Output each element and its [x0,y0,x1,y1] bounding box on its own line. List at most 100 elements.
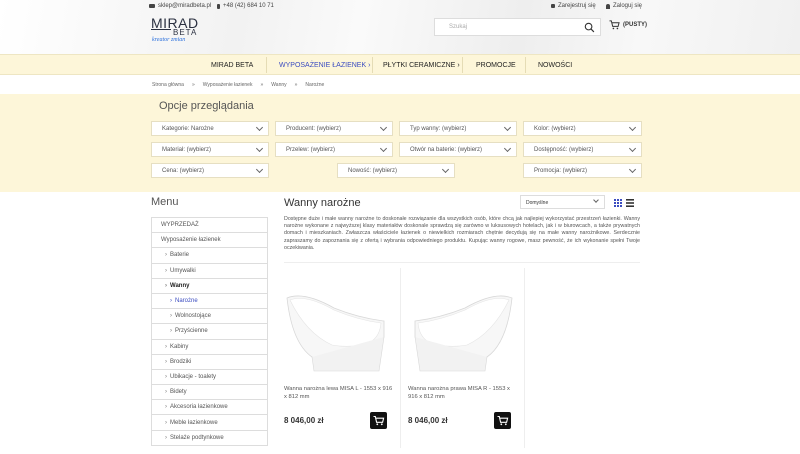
filter-title: Opcje przeglądania [159,100,254,112]
filter-otwor[interactable]: Otwór na baterie: (wybierz) [399,142,517,157]
filter-value: Kategorie: Narożne [162,126,214,132]
breadcrumb-wanny[interactable]: Wanny [271,82,286,88]
chevron-right-icon: › [165,404,167,411]
filter-value: Typ wanny: (wybierz) [410,126,467,132]
filter-value: Cena: (wybierz) [162,168,205,174]
product-card[interactable]: Wanna narożna lewa MISA L - 1553 x 916 x… [284,268,401,448]
cart-icon [373,415,385,426]
list-view-icon[interactable] [626,199,634,207]
nav-item-wyposazenie[interactable]: WYPOSAŻENIE ŁAZIENEK › [279,62,370,69]
nav-item-promocje[interactable]: PROMOCJE [476,62,516,69]
filter-typ-wanny[interactable]: Typ wanny: (wybierz) [399,121,517,136]
sidebar-item-przyscienne[interactable]: › Przyścienne [152,324,267,340]
sidebar-item-wyprzedaz[interactable]: WYPRZEDAŻ [152,218,267,234]
sidebar-item-label: Umywalki [170,267,196,274]
search-box[interactable]: Szukaj [434,18,601,36]
email-contact[interactable]: sklep@miradbeta.pl [149,3,211,9]
page-title: Wanny narożne [284,197,361,209]
cart-icon [497,415,509,426]
chevron-down-icon [379,144,388,153]
nav-divider [372,57,373,73]
site-logo[interactable]: MIRAD BETA kreator zmian [151,15,206,47]
chevron-right-icon: › [165,419,167,426]
bathtub-right-image[interactable] [408,273,515,373]
breadcrumb-wyposazenie[interactable]: Wyposażenie łazienek [203,82,253,88]
nav-item-mirad-beta[interactable]: MIRAD BETA [211,62,253,69]
sidebar-item-label: Bidety [170,389,187,396]
sidebar-item-umywalki[interactable]: › Umywalki [152,264,267,279]
filter-kategorie[interactable]: Kategorie: Narożne [151,121,269,136]
chevron-down-icon: › [368,62,371,69]
sort-select[interactable]: Domyślne [520,195,605,209]
search-icon[interactable] [584,22,595,33]
sidebar-item-baterie[interactable]: › Baterie [152,248,267,264]
nav-item-plytki[interactable]: PŁYTKI CERAMICZNE › [383,62,460,69]
nav-divider [525,57,526,73]
add-to-cart-button[interactable] [494,412,511,429]
sidebar-item-wolnostojace[interactable]: › Wolnostojące [152,309,267,325]
main-navigation: MIRAD BETA WYPOSAŻENIE ŁAZIENEK › PŁYTKI… [0,54,800,75]
chevron-right-icon: › [165,282,167,289]
filter-value: Promocja: (wybierz) [534,168,588,174]
email-text[interactable]: sklep@miradbeta.pl [158,3,211,9]
filter-material[interactable]: Materiał: (wybierz) [151,142,269,157]
filter-panel: Opcje przeglądania Kategorie: Narożne Pr… [0,94,800,192]
lock-icon [551,4,555,8]
filter-kolor[interactable]: Kolor: (wybierz) [523,121,642,136]
login-link[interactable]: Zaloguj się [606,3,642,9]
sidebar: Menu WYPRZEDAŻ Wyposażenie łazienek › Bat… [151,196,268,454]
sidebar-item-stelaze[interactable]: › Stelaże podtynkowe [152,431,267,446]
category-description: Dostępne duże i małe wanny narożne to do… [284,216,640,251]
product-name[interactable]: Wanna narożna lewa MISA L - 1553 x 916 x… [284,385,394,401]
sidebar-item-label: Przyścienne [175,328,208,335]
logo-line [151,29,171,30]
sidebar-item-label: Brodziki [170,358,192,365]
sidebar-item-narozne[interactable]: › Narożne [152,294,267,310]
chevron-right-icon: › [170,298,172,305]
sidebar-menu: WYPRZEDAŻ Wyposażenie łazienek › Baterie … [151,217,268,446]
sidebar-item-wanny[interactable]: › Wanny [152,279,267,294]
nav-divider [462,57,463,73]
sidebar-item-brodziki[interactable]: › Brodziki [152,355,267,370]
sidebar-item-kabiny[interactable]: › Kabiny [152,340,267,355]
nav-item-nowosci[interactable]: NOWOŚCI [538,62,572,69]
bathtub-left-image[interactable] [284,273,391,373]
add-to-cart-button[interactable] [370,412,387,429]
sidebar-title: Menu [151,196,179,208]
sidebar-item-meble[interactable]: › Meble łazienkowe [152,415,267,431]
sidebar-item-akcesoria[interactable]: › Akcesoria łazienkowe [152,400,267,416]
sidebar-item-wyposazenie[interactable]: Wyposażenie łazienek [152,233,267,249]
cart-button[interactable]: (PUSTY) [609,20,647,30]
chevron-right-icon: › [165,373,167,380]
cart-label[interactable]: (PUSTY) [623,22,647,28]
login-text[interactable]: Zaloguj się [613,3,642,9]
nav-item-label: WYPOSAŻENIE ŁAZIENEK [279,62,367,69]
sidebar-item-label: Kabiny [170,343,189,350]
grid-view-icon[interactable] [614,199,622,207]
product-name[interactable]: Wanna narożna prawa MISA R - 1553 x 916 … [408,385,518,401]
chevron-down-icon [503,144,512,153]
cart-icon [609,20,620,30]
chevron-right-icon: › [165,358,167,365]
filter-promocja[interactable]: Promocja: (wybierz) [523,163,642,178]
filter-producent[interactable]: Producent: (wybierz) [275,121,393,136]
register-link[interactable]: Zarejestruj się [551,3,596,9]
product-card[interactable]: Wanna narożna prawa MISA R - 1553 x 916 … [408,268,525,448]
chevron-right-icon: › [165,434,167,441]
filter-cena[interactable]: Cena: (wybierz) [151,163,269,178]
chevron-down-icon [503,123,512,132]
sidebar-item-label: WYPRZEDAŻ [161,222,199,229]
register-text[interactable]: Zarejestruj się [558,3,596,9]
sidebar-item-ubikacje[interactable]: › Ubikacje - toalety [152,370,267,386]
breadcrumb-home[interactable]: Strona główna [152,82,184,88]
filter-dostepnosc[interactable]: Dostępność: (wybierz) [523,142,642,157]
breadcrumb-separator: » [191,82,195,88]
filter-przelew[interactable]: Przelew: (wybierz) [275,142,393,157]
search-input[interactable]: Szukaj [449,24,467,30]
filter-nowosc[interactable]: Nowość: (wybierz) [337,163,455,178]
filter-value: Producent: (wybierz) [286,126,342,132]
filter-value: Materiał: (wybierz) [162,147,212,153]
chevron-right-icon: › [170,328,172,335]
sidebar-item-bidety[interactable]: › Bidety [152,385,267,401]
breadcrumb-current: Narożne [305,82,325,88]
